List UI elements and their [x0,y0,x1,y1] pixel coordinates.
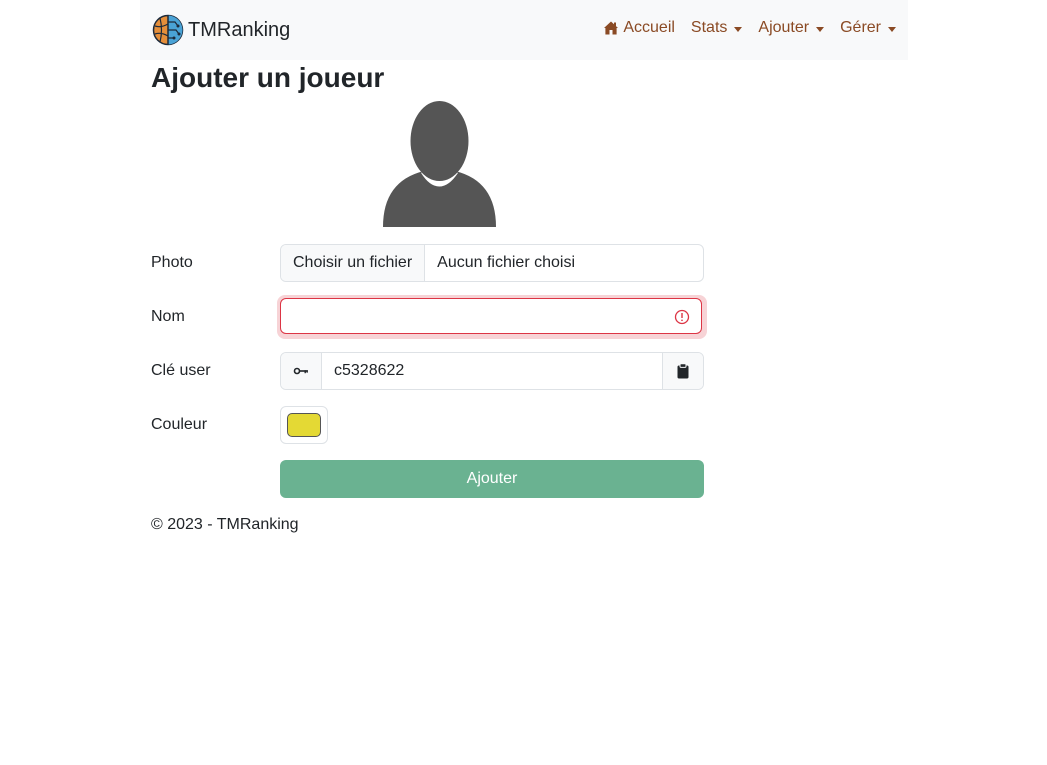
name-field[interactable] [280,298,702,335]
home-icon [604,21,619,35]
user-key-group: c5328622 [280,352,704,390]
nav-item-accueil[interactable]: Accueil [603,19,675,37]
chevron-down-icon [816,26,825,32]
chevron-down-icon [734,26,743,32]
nav-item-label: Gérer [840,19,881,36]
nav-item-label: Stats [690,19,728,36]
nav-item-label: Accueil [623,19,675,36]
key-icon [293,367,308,375]
page-title: Ajouter un joueur [151,62,385,93]
choose-file-button[interactable]: Choisir un fichier [281,245,426,281]
name-label: Nom [151,308,185,325]
clipboard-icon [677,363,689,379]
name-input[interactable] [293,299,677,335]
brand-link[interactable]: TMRanking [152,14,290,46]
nav-item-gerer[interactable]: Gérer [840,19,896,37]
color-label: Couleur [151,416,208,433]
nav-menu: Accueil Stats Ajouter Gérer [603,19,896,37]
photo-label: Photo [151,254,193,271]
nav-item-stats[interactable]: Stats [690,19,743,37]
nav-item-ajouter[interactable]: Ajouter [758,19,825,37]
color-picker[interactable] [280,406,328,444]
copy-key-button[interactable] [662,353,703,389]
nav-item-label: Ajouter [758,19,810,36]
photo-file-input[interactable]: Choisir un fichier Aucun fichier choisi [280,244,704,282]
file-status-text: Aucun fichier choisi [437,254,575,271]
chevron-down-icon [888,26,896,32]
key-addon [281,353,322,389]
color-swatch [287,413,321,437]
add-player-button[interactable]: Ajouter [280,460,704,498]
footer-text: © 2023 - TMRanking [151,516,299,533]
name-field-focus-ring [277,295,707,339]
brand-logo-icon [152,14,184,46]
brand-name: TMRanking [188,18,291,41]
key-label: Clé user [151,362,211,379]
navbar: TMRanking Accueil Stats Ajouter Gérer [140,0,908,60]
user-key-value: c5328622 [334,362,405,379]
error-icon [674,309,690,325]
avatar-placeholder-icon [383,101,496,227]
